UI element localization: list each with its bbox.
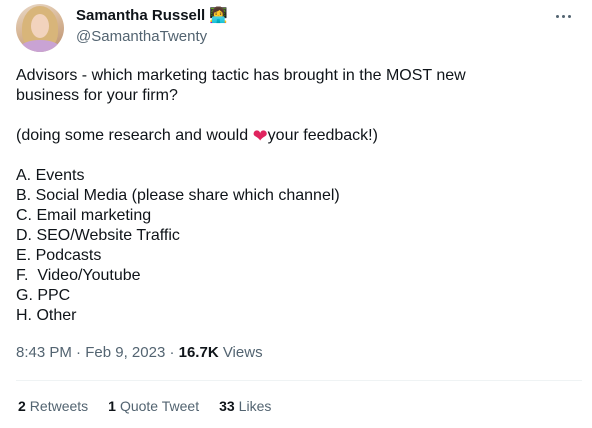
- poll-option: E. Podcasts: [16, 247, 102, 264]
- poll-option: A. Events: [16, 167, 85, 184]
- retweets-label: Retweets: [29, 398, 89, 414]
- quote-tweets-link[interactable]: 1 Quote Tweet: [108, 398, 199, 414]
- tweet-text-segment: (doing some research and would: [16, 127, 253, 144]
- poll-option: F. Video/Youtube: [16, 267, 141, 284]
- more-options-icon[interactable]: [548, 6, 578, 26]
- tweet-text: Advisors - which marketing tactic has br…: [16, 66, 576, 326]
- poll-option: C. Email marketing: [16, 207, 152, 224]
- quotes-count: 1: [108, 398, 116, 414]
- tweet-date[interactable]: Feb 9, 2023: [85, 344, 165, 361]
- views-count: 16.7K: [178, 344, 219, 361]
- poll-option: B. Social Media (please share which chan…: [16, 187, 340, 204]
- tweet-card: Samantha Russell 👩‍💻 @SamanthaTwenty Adv…: [0, 0, 592, 428]
- likes-link[interactable]: 33 Likes: [219, 398, 271, 414]
- avatar-shirt: [20, 40, 60, 52]
- author-handle[interactable]: @SamanthaTwenty: [76, 28, 207, 45]
- likes-label: Likes: [238, 398, 272, 414]
- tweet-text-segment: your feedback!): [267, 127, 378, 144]
- retweets-count: 2: [18, 398, 26, 414]
- divider: [16, 380, 582, 381]
- tweet-text-line: Advisors - which marketing tactic has br…: [16, 67, 466, 84]
- meta-separator: ·: [71, 344, 86, 361]
- tweet-meta: 8:43 PM · Feb 9, 2023 · 16.7K Views: [16, 344, 263, 361]
- engagement-stats: 2 Retweets 1 Quote Tweet 33 Likes: [18, 398, 271, 414]
- views-label: Views: [218, 344, 263, 361]
- tweet-text-line: (doing some research and would ❤your fee…: [16, 126, 576, 146]
- likes-count: 33: [219, 398, 235, 414]
- author-name-text[interactable]: Samantha Russell: [76, 7, 205, 24]
- poll-option: H. Other: [16, 307, 77, 324]
- author-name[interactable]: Samantha Russell 👩‍💻: [76, 7, 228, 24]
- heart-emoji-icon: ❤: [252, 126, 268, 146]
- avatar[interactable]: [16, 4, 64, 52]
- poll-option: G. PPC: [16, 287, 71, 304]
- retweets-link[interactable]: 2 Retweets: [18, 398, 88, 414]
- poll-option: D. SEO/Website Traffic: [16, 227, 180, 244]
- tweet-time[interactable]: 8:43 PM: [16, 344, 72, 361]
- meta-separator: ·: [165, 344, 179, 361]
- tweet-text-line: business for your firm?: [16, 87, 178, 104]
- quotes-label: Quote Tweet: [119, 398, 200, 414]
- technologist-emoji-icon: 👩‍💻: [209, 7, 228, 24]
- avatar-face: [31, 14, 49, 38]
